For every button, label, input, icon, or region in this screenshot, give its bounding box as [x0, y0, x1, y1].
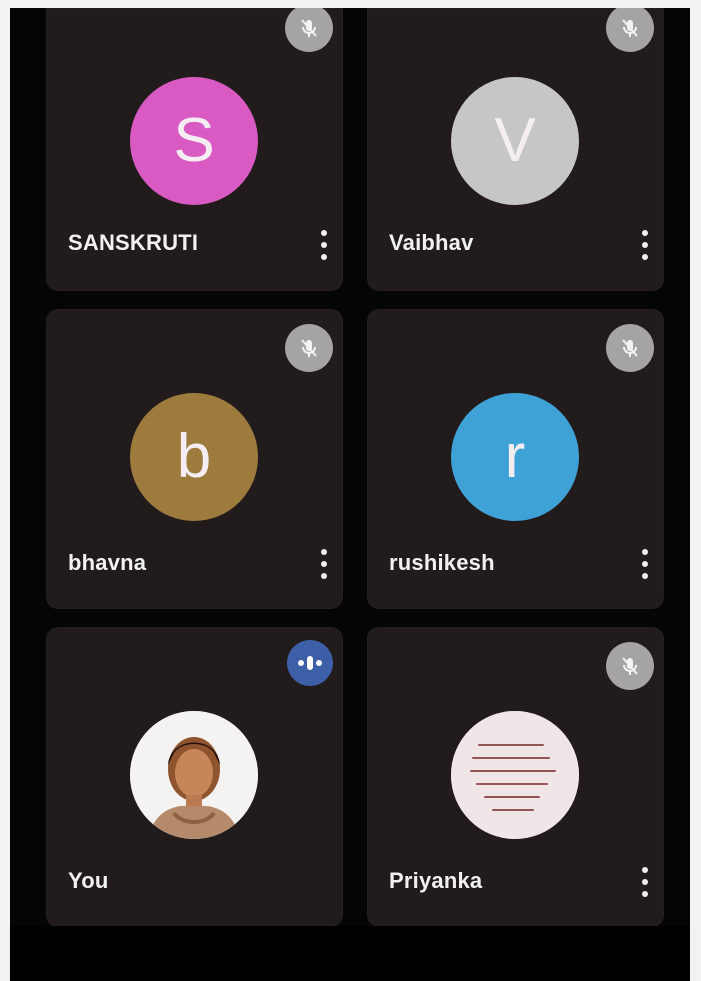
- participant-tile-priyanka[interactable]: Priyanka: [367, 627, 664, 927]
- avatar-initial: V: [494, 106, 536, 175]
- avatar-initial: b: [176, 422, 212, 491]
- participant-name: Vaibhav: [389, 230, 474, 255]
- meeting-grid-frame: S SANSKRUTI V Vaibhav b bhavna r rushike…: [10, 8, 690, 981]
- participant-tile-rushikesh[interactable]: r rushikesh: [367, 309, 664, 609]
- bottom-bar-area: [10, 926, 690, 981]
- participant-tile-sanskruti[interactable]: S SANSKRUTI: [46, 8, 343, 291]
- profile-photo: [130, 711, 258, 839]
- participant-name: bhavna: [68, 550, 147, 575]
- participant-tile-vaibhav[interactable]: V Vaibhav: [367, 8, 664, 291]
- profile-image: [451, 711, 579, 839]
- participant-tile-bhavna[interactable]: b bhavna: [46, 309, 343, 609]
- avatar: b: [130, 393, 258, 521]
- mic-off-icon: [606, 642, 654, 690]
- avatar-initial: S: [173, 106, 215, 175]
- avatar: V: [451, 77, 579, 205]
- mic-off-icon: [285, 8, 333, 52]
- mic-off-icon: [606, 324, 654, 372]
- more-options-icon[interactable]: [640, 549, 650, 579]
- participant-name: rushikesh: [389, 550, 495, 575]
- participant-grid: S SANSKRUTI V Vaibhav b bhavna r rushike…: [46, 8, 668, 927]
- avatar: r: [451, 393, 579, 521]
- participant-name: Priyanka: [389, 868, 483, 893]
- more-options-icon[interactable]: [640, 867, 650, 897]
- more-options-icon[interactable]: [640, 230, 650, 260]
- speaking-icon: [287, 640, 333, 686]
- mic-off-icon: [606, 8, 654, 52]
- participant-name: You: [68, 868, 109, 893]
- avatar: S: [130, 77, 258, 205]
- mic-off-icon: [285, 324, 333, 372]
- participant-name: SANSKRUTI: [68, 230, 199, 255]
- more-options-icon[interactable]: [319, 549, 329, 579]
- avatar-initial: r: [504, 422, 526, 491]
- more-options-icon[interactable]: [319, 230, 329, 260]
- participant-tile-you[interactable]: You: [46, 627, 343, 927]
